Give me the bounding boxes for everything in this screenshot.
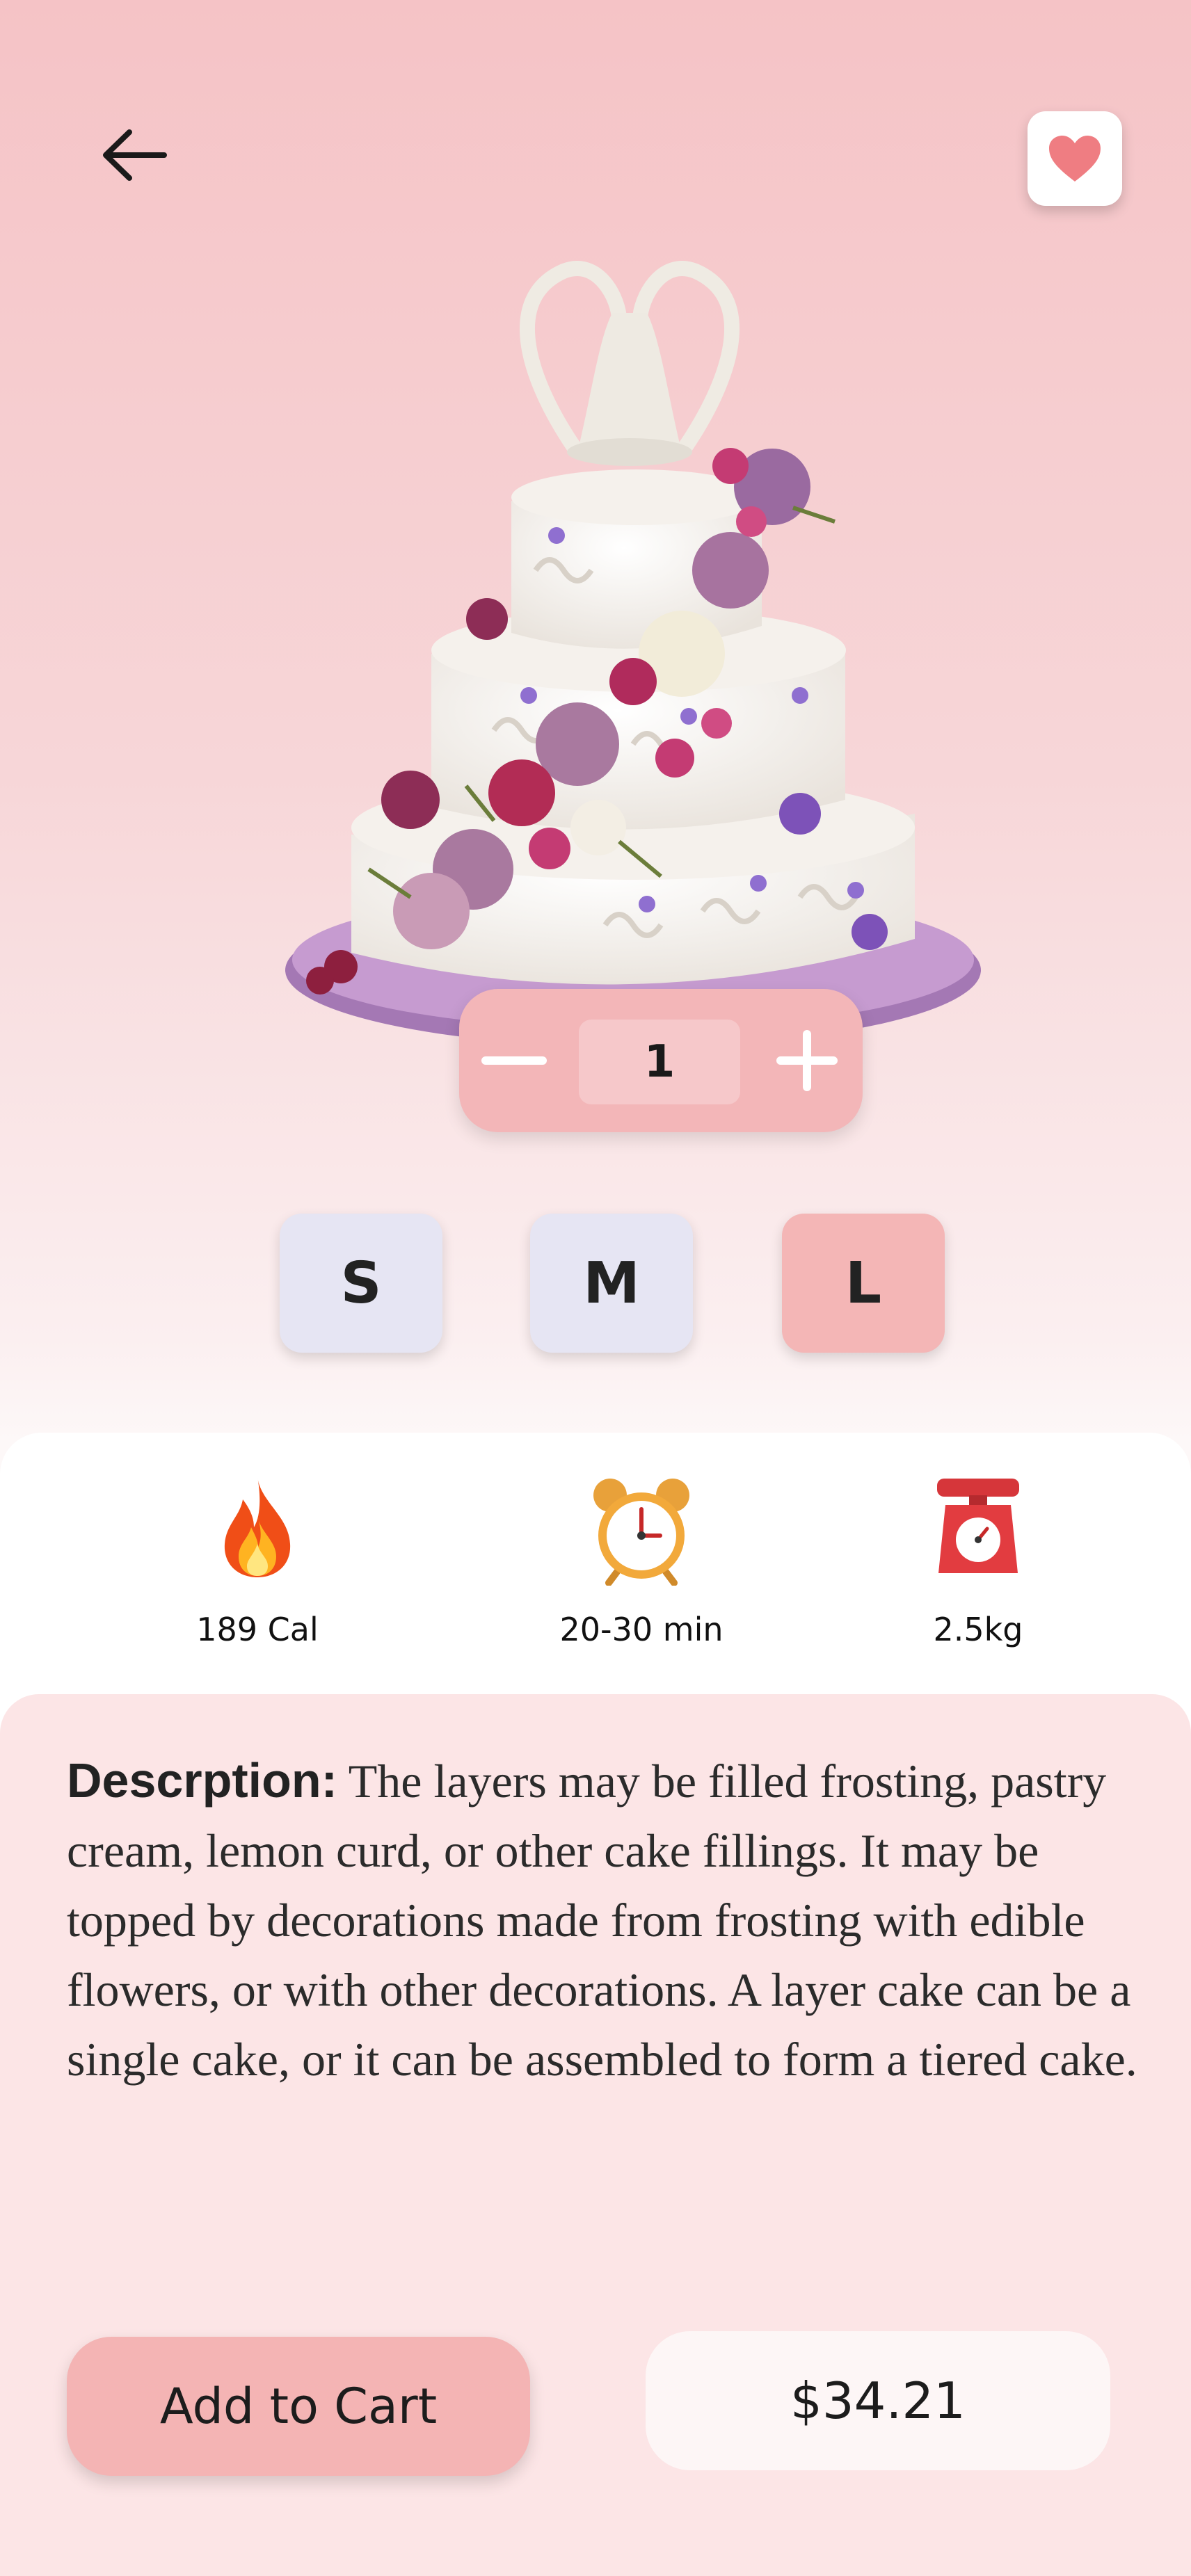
minus-icon — [481, 1056, 547, 1065]
time-label: 20-30 min — [559, 1611, 724, 1648]
increase-quantity-button[interactable] — [767, 1020, 847, 1101]
size-m-button[interactable]: M — [530, 1214, 693, 1353]
decrease-quantity-button[interactable] — [474, 1020, 555, 1101]
plus-icon — [776, 1030, 838, 1091]
favorite-button[interactable] — [1028, 111, 1122, 206]
add-to-cart-button[interactable]: Add to Cart — [67, 2337, 530, 2476]
cake-image — [285, 261, 981, 1047]
quantity-value[interactable]: 1 — [579, 1020, 740, 1104]
size-l-button[interactable]: L — [782, 1214, 945, 1353]
time-stat — [495, 1474, 788, 1589]
back-button[interactable] — [97, 125, 174, 185]
alarm-clock-icon — [593, 1479, 689, 1586]
quantity-stepper[interactable]: 1 — [459, 989, 863, 1132]
weight-label: 2.5kg — [933, 1611, 1023, 1648]
price-label: $34.21 — [646, 2331, 1110, 2470]
fire-icon — [224, 1477, 291, 1577]
weight-stat — [832, 1474, 1124, 1582]
calories-label: 189 Cal — [196, 1611, 319, 1648]
size-s-button[interactable]: S — [280, 1214, 442, 1353]
description-title: Descrption: — [67, 1753, 337, 1808]
heart-icon — [1049, 136, 1101, 182]
arrow-left-icon — [103, 129, 167, 181]
calories-stat — [111, 1474, 403, 1582]
description: Descrption: The layers may be filled fro… — [67, 1746, 1152, 2094]
kitchen-scale-icon — [937, 1479, 1019, 1573]
